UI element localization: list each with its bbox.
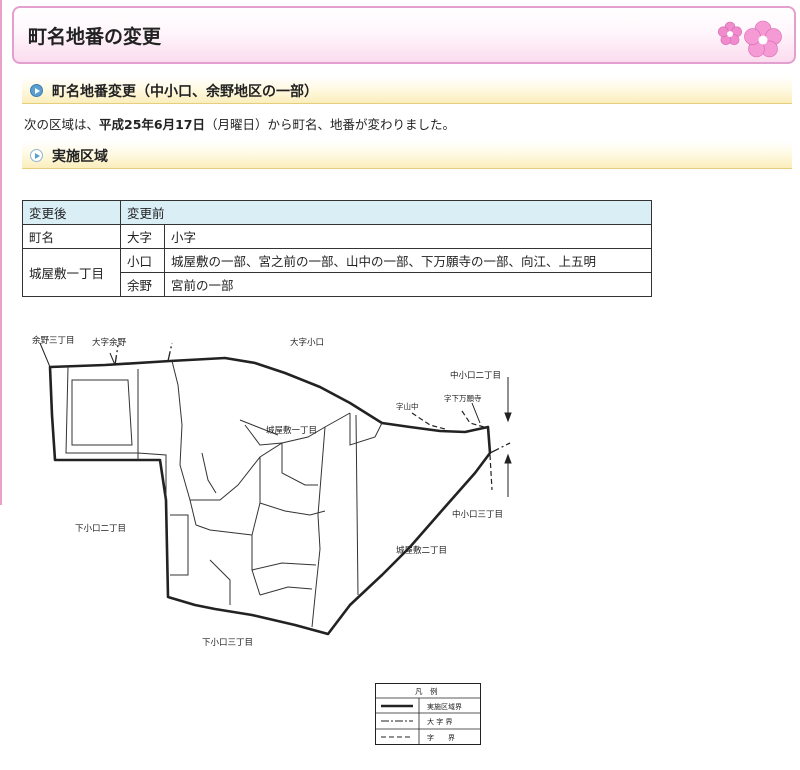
map-label: 城屋敷二丁目 [396, 545, 447, 556]
table-header-cell: 変更前 [120, 200, 652, 225]
map-label: 字山中 [396, 401, 419, 411]
map-label: 下小口三丁目 [202, 637, 253, 648]
page-title: 町名地番の変更 [28, 26, 162, 48]
page-title-banner: 町名地番の変更 [12, 6, 796, 64]
map-label: 下小口二丁目 [75, 523, 126, 534]
table-header-row: 変更後 変更前 [22, 200, 652, 225]
effective-date: 平成25年6月17日 [99, 117, 206, 132]
table-row: 城屋敷一丁目 小口 城屋敷の一部、宮之前の一部、山中の一部、下万願寺の一部、向江… [22, 248, 652, 297]
change-table: 変更後 変更前 町名 大字 小字 城屋敷一丁目 小口 城屋敷の一部、宮之前の一部… [22, 200, 652, 297]
table-cell: 小字 [164, 224, 652, 249]
table-cell: 小口 [120, 248, 165, 273]
legend-item: 実施区域界 [427, 702, 462, 711]
intro-text: 次の区域は、平成25年6月17日（月曜日）から町名、地番が変わりました。 [24, 117, 456, 132]
map-label: 大字小口 [290, 337, 324, 348]
map-label: 中小口三丁目 [452, 509, 503, 520]
aza-boundary [411, 412, 446, 430]
legend-title: 凡 例 [415, 686, 438, 696]
table-cell: 大字 [120, 224, 165, 249]
area-map: 余野三丁目 大字余野 大字小口 中小口二丁目 字山中 字下万願寺 城屋敷一丁目 … [32, 335, 512, 648]
table-cell: 城屋敷の一部、宮之前の一部、山中の一部、下万願寺の一部、向江、上五明 [164, 248, 652, 273]
table-header-cell: 変更後 [22, 200, 121, 225]
table-cell: 城屋敷一丁目 [22, 248, 121, 297]
legend-item: 字 界 [427, 733, 455, 742]
table-cell: 宮前の一部 [164, 272, 652, 297]
oaza-boundary [114, 344, 119, 366]
section-heading-area: 実施区域 [22, 141, 792, 169]
left-border-decoration [0, 0, 2, 505]
section-heading-change: 町名地番変更（中小口、余野地区の一部） [22, 76, 792, 104]
map-label: 中小口二丁目 [450, 370, 501, 381]
table-cell: 町名 [22, 224, 121, 249]
section-title: 町名地番変更（中小口、余野地区の一部） [52, 84, 318, 100]
circle-arrow-icon [30, 84, 43, 97]
map-legend: 凡 例 実施区域界 大 字 界 字 界 [375, 683, 481, 745]
map-label: 城屋敷一丁目 [266, 425, 317, 436]
map-label: 余野三丁目 [32, 335, 75, 346]
sakura-flowers-icon [718, 20, 782, 58]
table-cell: 余野 [120, 272, 165, 297]
map-label: 字下万願寺 [444, 393, 482, 403]
legend-item: 大 字 界 [427, 717, 452, 726]
section-title: 実施区域 [52, 149, 108, 165]
table-subheader-row: 町名 大字 小字 [22, 224, 652, 249]
circle-arrow-icon [30, 149, 43, 162]
map-label: 大字余野 [92, 337, 127, 348]
